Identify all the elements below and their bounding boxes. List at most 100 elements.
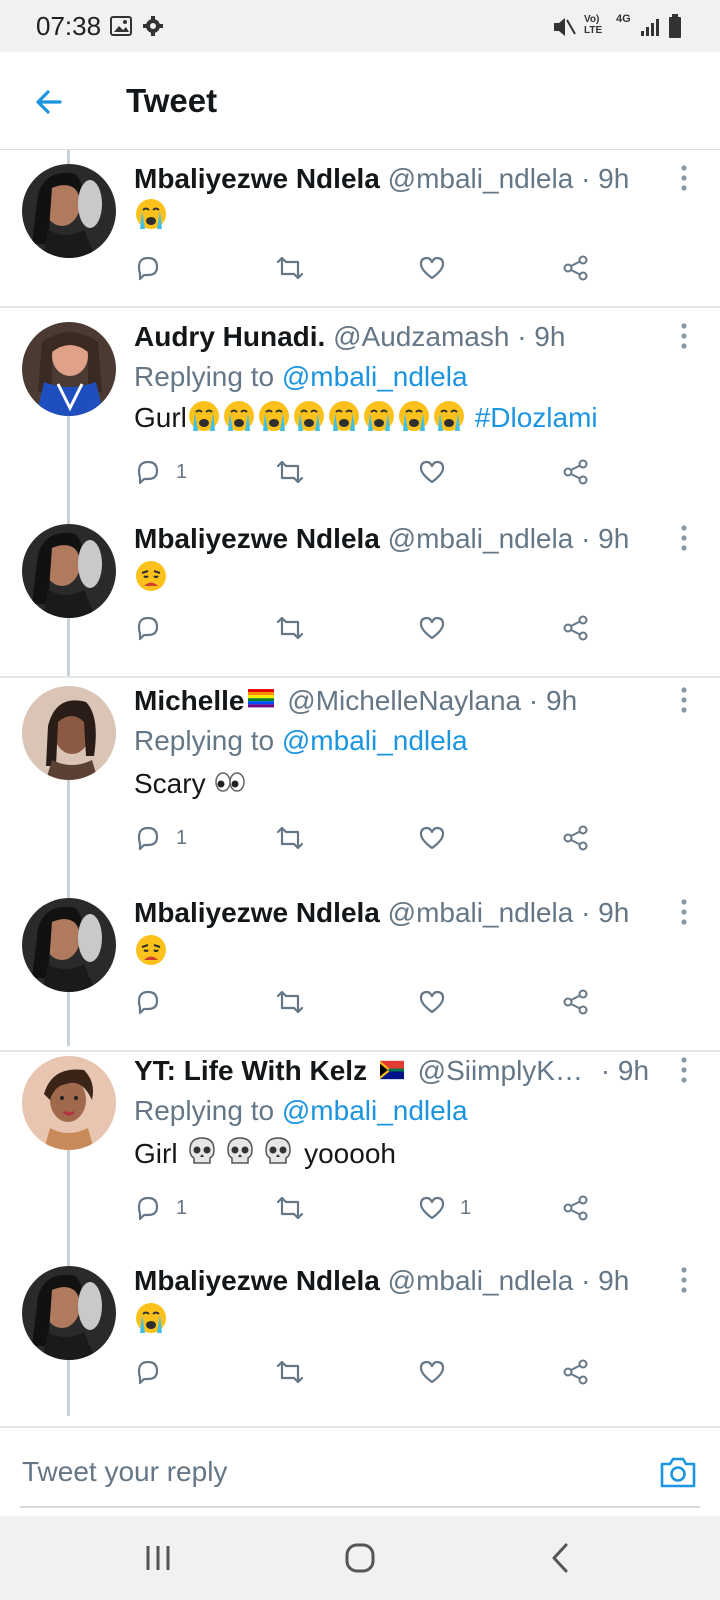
avatar[interactable] xyxy=(22,1266,116,1360)
tweet[interactable]: Mbaliyezwe Ndlela @mbali_ndlela · 9h xyxy=(0,1265,720,1414)
reply-button[interactable] xyxy=(134,986,176,1018)
retweet-button[interactable] xyxy=(274,822,306,854)
author-handle: @mbali_ndlela · 9h xyxy=(387,163,630,194)
author-handle: @mbali_ndlela · 9h xyxy=(387,523,630,554)
retweet-icon xyxy=(276,616,304,640)
tweet-text xyxy=(134,196,169,236)
avatar[interactable] xyxy=(22,322,116,416)
divider xyxy=(0,306,720,308)
like-button[interactable] xyxy=(418,612,460,644)
author-name[interactable]: Audry Hunadi. xyxy=(134,321,325,352)
heart-icon xyxy=(419,990,445,1014)
avatar[interactable] xyxy=(22,898,116,992)
heart-icon xyxy=(419,616,445,640)
loudly-crying-face-icon xyxy=(433,401,464,431)
retweet-button[interactable] xyxy=(274,456,306,488)
back-icon[interactable] xyxy=(542,1540,582,1576)
heart-icon xyxy=(419,1360,445,1384)
like-button[interactable] xyxy=(418,1356,460,1388)
page-title: Tweet xyxy=(126,82,218,119)
reply-button[interactable] xyxy=(134,252,176,284)
author-name[interactable]: YT: Life With Kelz xyxy=(134,1055,375,1086)
more-options-icon[interactable] xyxy=(676,898,692,926)
like-button[interactable] xyxy=(418,822,460,854)
divider xyxy=(0,1050,720,1052)
hashtag-link[interactable]: #Dlozlami xyxy=(475,402,598,433)
mention-link[interactable]: @mbali_ndlela xyxy=(282,361,468,392)
loudly-crying-face-icon xyxy=(223,401,254,431)
reply-button[interactable]: 1 xyxy=(134,1192,187,1224)
more-options-icon[interactable] xyxy=(676,164,692,192)
avatar[interactable] xyxy=(22,1056,116,1150)
tweet[interactable]: Mbaliyezwe Ndlela @mbali_ndlela · 9h xyxy=(0,892,720,1040)
retweet-button[interactable] xyxy=(274,1192,306,1224)
more-options-icon[interactable] xyxy=(676,322,692,350)
share-button[interactable] xyxy=(562,456,590,488)
recent-apps-icon[interactable] xyxy=(138,1540,178,1576)
author-name[interactable]: Mbaliyezwe Ndlela xyxy=(134,523,380,554)
reply-button[interactable] xyxy=(134,612,176,644)
like-button[interactable] xyxy=(418,456,460,488)
more-options-icon[interactable] xyxy=(676,1266,692,1294)
skull-icon xyxy=(189,1137,216,1164)
replying-to-label: Replying to xyxy=(134,725,282,756)
tweet-actions: 1 1 xyxy=(134,1192,634,1224)
reply-button[interactable]: 1 xyxy=(134,456,187,488)
like-button[interactable]: 1 xyxy=(418,1192,471,1224)
like-button[interactable] xyxy=(418,252,460,284)
reply-input[interactable] xyxy=(22,1452,582,1492)
share-button[interactable] xyxy=(562,1356,590,1388)
loudly-crying-face-icon xyxy=(293,401,324,431)
share-button[interactable] xyxy=(562,1192,590,1224)
author-handle: @mbali_ndlela · 9h xyxy=(387,1265,630,1296)
tweet[interactable]: YT: Life With Kelz @SiimplyK… · 9h Reply… xyxy=(0,1054,720,1250)
retweet-icon xyxy=(276,1196,304,1220)
avatar[interactable] xyxy=(22,524,116,618)
author-name[interactable]: Michelle xyxy=(134,685,244,716)
back-arrow-icon[interactable] xyxy=(30,82,70,122)
share-button[interactable] xyxy=(562,986,590,1018)
tweet-text xyxy=(134,932,169,972)
reply-button[interactable] xyxy=(134,1356,176,1388)
avatar[interactable] xyxy=(22,164,116,258)
tweet-text xyxy=(134,558,169,598)
author-name[interactable]: Mbaliyezwe Ndlela xyxy=(134,163,380,194)
reply-button[interactable]: 1 xyxy=(134,822,187,854)
more-options-icon[interactable] xyxy=(676,686,692,714)
tweet-text xyxy=(134,1300,169,1340)
tweet[interactable]: Mbaliyezwe Ndlela @mbali_ndlela · 9h xyxy=(0,518,720,666)
loudly-crying-face-icon xyxy=(258,401,289,431)
tweet-time: · 9h xyxy=(600,1055,650,1086)
retweet-button[interactable] xyxy=(274,612,306,644)
retweet-button[interactable] xyxy=(274,986,306,1018)
tweet-text: Gurl #Dlozlami xyxy=(134,398,598,438)
mention-link[interactable]: @mbali_ndlela xyxy=(282,725,468,756)
author-name[interactable]: Mbaliyezwe Ndlela xyxy=(134,1265,380,1296)
mention-link[interactable]: @mbali_ndlela xyxy=(282,1095,468,1126)
retweet-button[interactable] xyxy=(274,1356,306,1388)
replying-to-label: Replying to xyxy=(134,361,282,392)
tweet-actions xyxy=(134,1356,634,1388)
retweet-button[interactable] xyxy=(274,252,306,284)
tweet[interactable]: Mbaliyezwe Ndlela @mbali_ndlela · 9h xyxy=(0,150,720,306)
tweet[interactable]: Audry Hunadi. @Audzamash · 9h Replying t… xyxy=(0,310,720,510)
more-options-icon[interactable] xyxy=(676,524,692,552)
more-options-icon[interactable] xyxy=(676,1056,692,1084)
share-button[interactable] xyxy=(562,612,590,644)
avatar[interactable] xyxy=(22,686,116,780)
tweet-text: Scary xyxy=(134,764,248,804)
eyes-icon xyxy=(215,772,246,792)
tweet[interactable]: Michelle @MichelleNaylana · 9h Replying … xyxy=(0,680,720,876)
author-name[interactable]: Mbaliyezwe Ndlela xyxy=(134,897,380,928)
camera-icon[interactable] xyxy=(658,1454,698,1490)
settings-gear-icon xyxy=(143,16,163,36)
rainbow-flag-icon xyxy=(248,689,275,708)
mute-icon xyxy=(554,18,576,36)
share-button[interactable] xyxy=(562,252,590,284)
like-button[interactable] xyxy=(418,986,460,1018)
share-button[interactable] xyxy=(562,822,590,854)
app-header: Tweet xyxy=(0,52,720,150)
heart-icon xyxy=(419,1196,445,1220)
share-icon xyxy=(563,1359,588,1385)
home-icon[interactable] xyxy=(340,1540,380,1576)
